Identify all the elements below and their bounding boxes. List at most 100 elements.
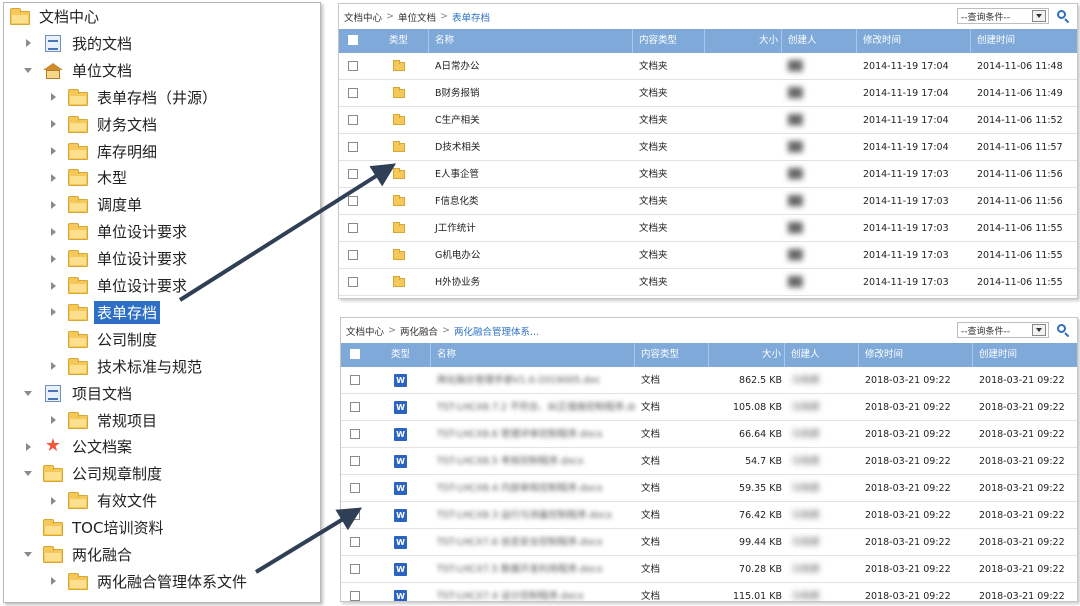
table-row[interactable]: H外协业务 文档夹 ██ 2014-11-19 17:03 2014-11-06 11:… xyxy=(339,269,1077,296)
tree-item[interactable]: 财务文档 xyxy=(46,111,160,138)
row-checkbox[interactable] xyxy=(350,564,360,574)
file-name[interactable]: TST-LHCX8.4 内部审核控制程序.docx xyxy=(431,475,635,502)
table-row[interactable]: E人事企管 文档夹 ██ 2014-11-19 17:03 2014-11-06 11:… xyxy=(339,161,1077,188)
creator-column-header[interactable]: 创建人 xyxy=(782,29,857,53)
tree-item[interactable]: 木型 xyxy=(46,164,130,191)
tree-item[interactable]: 调度单 xyxy=(46,191,145,218)
table-row[interactable]: D技术相关 文档夹 ██ 2014-11-19 17:04 2014-11-06 11:… xyxy=(339,134,1077,161)
chevron-right-icon[interactable] xyxy=(46,252,60,266)
tree-item[interactable]: 公司制度 xyxy=(46,326,160,353)
tree-item[interactable]: 表单存档 xyxy=(46,299,161,326)
file-name[interactable]: TST-LHCX8.6 管理评审控制程序.docx xyxy=(431,421,635,448)
file-name[interactable]: J工作统计 xyxy=(429,215,633,242)
tree-item[interactable]: 表单存档（井源） xyxy=(46,84,220,111)
breadcrumb-current[interactable]: 两化融合管理体系... xyxy=(454,324,539,338)
row-checkbox[interactable] xyxy=(350,510,360,520)
chevron-down-icon[interactable] xyxy=(21,467,35,481)
file-name[interactable]: TST-LHCX7.6 信息安全控制程序.docx xyxy=(431,529,635,556)
tree-item[interactable]: 单位设计要求 xyxy=(46,218,190,245)
chevron-right-icon[interactable] xyxy=(46,171,60,185)
tree-item[interactable]: TOC培训资料 xyxy=(21,514,166,541)
row-checkbox[interactable] xyxy=(350,375,360,385)
chevron-right-icon[interactable] xyxy=(46,359,60,373)
tree-item[interactable]: 项目文档 xyxy=(21,380,135,407)
breadcrumb-current[interactable]: 表单存档 xyxy=(452,10,490,24)
row-checkbox[interactable] xyxy=(348,115,358,125)
tree-item[interactable]: 单位文档 xyxy=(21,57,135,84)
file-name[interactable]: C生产相关 xyxy=(429,107,633,134)
query-condition-select[interactable]: --查询条件-- xyxy=(957,8,1049,24)
tree-item[interactable]: 单位设计要求 xyxy=(46,245,190,272)
file-name[interactable]: B财务报销 xyxy=(429,80,633,107)
size-column-header[interactable]: 大小 xyxy=(709,343,785,367)
chevron-right-icon[interactable] xyxy=(46,494,60,508)
content-type-column-header[interactable]: 内容类型 xyxy=(633,29,705,53)
tree-item[interactable]: 有效文件 xyxy=(46,487,160,514)
chevron-down-icon[interactable] xyxy=(1032,324,1046,336)
chevron-right-icon[interactable] xyxy=(21,36,35,50)
name-column-header[interactable]: 名称 xyxy=(429,29,633,53)
select-all-checkbox[interactable] xyxy=(350,349,360,359)
chevron-right-icon[interactable] xyxy=(46,225,60,239)
table-row[interactable]: G机电办公 文档夹 ██ 2014-11-19 17:03 2014-11-06 11:… xyxy=(339,242,1077,269)
table-row[interactable]: W 两化融合管理手册V1.0-2019005.doc 文档 862.5 KB 马晓娜 20… xyxy=(341,367,1077,394)
chevron-right-icon[interactable] xyxy=(21,440,35,454)
chevron-down-icon[interactable] xyxy=(21,548,35,562)
file-name[interactable]: TST-LHCX8.3 运行与测量控制程序.docx xyxy=(431,502,635,529)
table-row[interactable]: W TST-LHCX8.7.2 不符合、纠正措施控制程序.docx 文档 105.08… xyxy=(341,394,1077,421)
table-row[interactable]: F信息化类 文档夹 ██ 2014-11-19 17:03 2014-11-06 11:… xyxy=(339,188,1077,215)
select-all-checkbox[interactable] xyxy=(348,35,358,45)
type-column-header[interactable]: 类型 xyxy=(371,343,431,367)
chevron-right-icon[interactable] xyxy=(46,198,60,212)
row-checkbox[interactable] xyxy=(348,196,358,206)
row-checkbox[interactable] xyxy=(348,142,358,152)
table-row[interactable]: B财务报销 文档夹 ██ 2014-11-19 17:04 2014-11-06 11:… xyxy=(339,80,1077,107)
row-checkbox[interactable] xyxy=(350,429,360,439)
file-name[interactable]: TST-LHCX8.7.2 不符合、纠正措施控制程序.docx xyxy=(431,394,635,421)
file-name[interactable]: TST-LHCX7.5 数据开发利用程序.docx xyxy=(431,556,635,583)
chevron-down-icon[interactable] xyxy=(21,386,35,400)
row-checkbox[interactable] xyxy=(350,537,360,547)
content-type-column-header[interactable]: 内容类型 xyxy=(635,343,709,367)
tree-item[interactable]: 两化融合 xyxy=(21,541,135,568)
tree-item[interactable]: 库存明细 xyxy=(46,138,160,165)
created-column-header[interactable]: 创建时间 xyxy=(973,343,1077,367)
tree-item[interactable]: 常规项目 xyxy=(46,407,160,434)
modified-column-header[interactable]: 修改时间 xyxy=(859,343,973,367)
table-row[interactable]: W TST-LHCX8.5 考核控制程序.docx 文档 54.7 KB 马晓娜 2018… xyxy=(341,448,1077,475)
chevron-right-icon[interactable] xyxy=(46,413,60,427)
file-name[interactable]: E人事企管 xyxy=(429,161,633,188)
table-row[interactable]: W TST-LHCX7.6 信息安全控制程序.docx 文档 99.44 KB 马晓娜 2… xyxy=(341,529,1077,556)
created-column-header[interactable]: 创建时间 xyxy=(971,29,1077,53)
row-checkbox[interactable] xyxy=(350,483,360,493)
tree-item[interactable]: 技术标准与规范 xyxy=(46,353,205,380)
file-name[interactable]: A日常办公 xyxy=(429,53,633,80)
chevron-right-icon[interactable] xyxy=(46,144,60,158)
table-row[interactable]: W TST-LHCX8.6 管理评审控制程序.docx 文档 66.64 KB 马晓娜 2… xyxy=(341,421,1077,448)
chevron-right-icon[interactable] xyxy=(46,279,60,293)
row-checkbox[interactable] xyxy=(348,169,358,179)
file-name[interactable]: 两化融合管理手册V1.0-2019005.doc xyxy=(431,367,635,394)
table-row[interactable]: A日常办公 文档夹 ██ 2014-11-19 17:04 2014-11-06 11:… xyxy=(339,53,1077,80)
row-checkbox[interactable] xyxy=(348,61,358,71)
file-name[interactable]: TST-LHCX7.4 设计控制程序.docx xyxy=(431,583,635,601)
tree-item[interactable]: 两化融合管理体系文件 xyxy=(46,568,250,595)
type-column-header[interactable]: 类型 xyxy=(369,29,429,53)
breadcrumb-root[interactable]: 文档中心 xyxy=(346,324,384,338)
search-icon[interactable] xyxy=(1057,324,1070,338)
chevron-right-icon[interactable] xyxy=(46,574,60,588)
file-name[interactable]: G机电办公 xyxy=(429,242,633,269)
modified-column-header[interactable]: 修改时间 xyxy=(857,29,971,53)
table-row[interactable]: W TST-LHCX7.5 数据开发利用程序.docx 文档 70.28 KB 马晓娜 2… xyxy=(341,556,1077,583)
tree-item[interactable]: 我的文档 xyxy=(21,30,135,57)
name-column-header[interactable]: 名称 xyxy=(431,343,635,367)
breadcrumb-root[interactable]: 文档中心 xyxy=(344,10,382,24)
chevron-right-icon[interactable] xyxy=(46,305,60,319)
table-row[interactable]: W TST-LHCX8.4 内部审核控制程序.docx 文档 59.35 KB 马晓娜 2… xyxy=(341,475,1077,502)
tree-item[interactable]: 文档中心 xyxy=(10,3,102,30)
row-checkbox[interactable] xyxy=(350,456,360,466)
file-name[interactable]: TST-LHCX8.5 考核控制程序.docx xyxy=(431,448,635,475)
size-column-header[interactable]: 大小 xyxy=(705,29,782,53)
chevron-right-icon[interactable] xyxy=(46,117,60,131)
breadcrumb-level-1[interactable]: 两化融合 xyxy=(400,324,438,338)
